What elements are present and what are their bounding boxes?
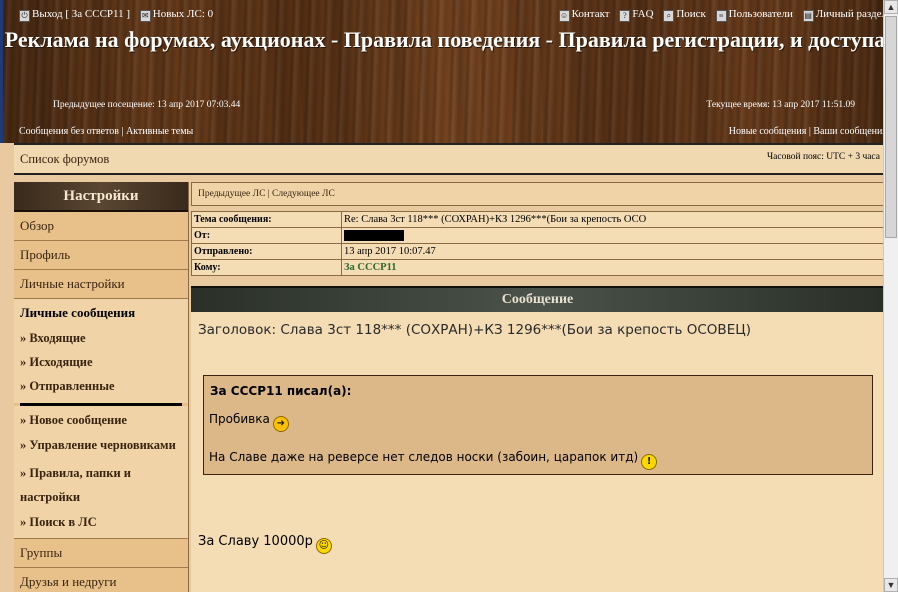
site-title[interactable]: Реклама на форумах, аукционах - Правила …: [3, 27, 884, 53]
sidebar-item-drafts[interactable]: » Управление черновиками: [20, 431, 182, 459]
sidebar-item-outbox[interactable]: » Исходящие: [20, 350, 182, 374]
message-header: Сообщение: [191, 286, 884, 312]
sidebar-section-pm[interactable]: Личные сообщения: [14, 299, 188, 323]
to-value: За СССР11: [341, 259, 884, 276]
contact-link[interactable]: ☺ Контакт: [558, 8, 610, 22]
scroll-thumb[interactable]: [885, 16, 897, 238]
top-navigation: ⏻ Выход [ За СССР11 ] ✉ Новых ЛС: 0 ☺ Конта…: [19, 8, 884, 24]
personal-icon: ▤: [802, 10, 814, 22]
sidebar-item-pm-search[interactable]: » Поиск в ЛС: [20, 511, 182, 533]
message-subject: Заголовок: Слава 3ст 118*** (СОХРАН)+КЗ …: [198, 322, 751, 338]
sent-value: 13 апр 2017 10:07.47: [341, 243, 884, 260]
table-row: От:: [191, 227, 884, 244]
current-time: Текущее время: 13 апр 2017 11:51.09: [706, 100, 855, 110]
sent-label: Отправлено:: [191, 243, 342, 260]
previous-visit: Предыдущее посещение: 13 апр 2017 07:03.…: [53, 100, 241, 110]
vertical-scrollbar[interactable]: ▲ ▼: [883, 0, 898, 592]
sidebar-item-compose[interactable]: » Новое сообщение: [20, 409, 182, 431]
contact-icon: ☺: [558, 10, 570, 22]
envelope-icon: ✉: [139, 10, 151, 22]
sidebar-item-inbox[interactable]: » Входящие: [20, 326, 182, 350]
new-posts-link[interactable]: Новые сообщения: [729, 126, 807, 137]
search-icon: ⌕: [663, 10, 675, 22]
message-panel: Предыдущее ЛС | Следующее ЛС Тема сообще…: [191, 182, 884, 592]
forum-list-link[interactable]: Список форумов: [20, 152, 109, 167]
your-posts-link[interactable]: Ваши сообщения: [813, 126, 884, 137]
timezone-label: Часовой пояс: UTC + 3 часа: [766, 152, 880, 162]
scroll-down-icon[interactable]: ▼: [884, 578, 898, 592]
sidebar-item-groups[interactable]: Группы: [14, 538, 188, 568]
logout-icon: ⏻: [19, 10, 30, 22]
scroll-up-icon[interactable]: ▲: [884, 0, 898, 14]
settings-sidebar: Настройки Обзор Профиль Личные настройки…: [14, 182, 189, 592]
unanswered-link[interactable]: Сообщения без ответов: [19, 126, 119, 137]
users-icon: ≡: [715, 10, 727, 22]
from-value: [341, 227, 884, 244]
table-row: Отправлено: 13 апр 2017 10:07.47: [191, 243, 884, 260]
site-header: ⏻ Выход [ За СССР11 ] ✉ Новых ЛС: 0 ☺ Конта…: [0, 0, 884, 143]
message-body: Заголовок: Слава 3ст 118*** (СОХРАН)+КЗ …: [191, 312, 884, 592]
active-topics-link[interactable]: Активные темы: [126, 126, 193, 137]
quote-block: За СССР11 писал(а): Пробивка ➜ На Славе д…: [203, 375, 873, 475]
sidebar-pm-list: » Входящие » Исходящие » Отправленные: [14, 323, 188, 403]
message-meta-table: Тема сообщения: Re: Слава 3ст 118*** (СО…: [191, 211, 884, 276]
logout-link[interactable]: ⏻ Выход [ За СССР11 ]: [19, 8, 130, 22]
sidebar-item-overview[interactable]: Обзор: [14, 212, 188, 241]
sidebar-pm-actions: » Новое сообщение » Управление черновика…: [14, 406, 188, 538]
sidebar-item-sent[interactable]: » Отправленные: [20, 374, 182, 398]
sidebar-item-rules-folders[interactable]: » Правила, папки и настройки: [20, 459, 182, 511]
quote-author: За СССР11 писал(а):: [210, 384, 352, 398]
subject-label: Тема сообщения:: [191, 211, 342, 228]
sidebar-item-preferences[interactable]: Личные настройки: [14, 270, 188, 299]
pm-navigation[interactable]: Предыдущее ЛС | Следующее ЛС: [191, 182, 884, 206]
quote-line: Пробивка ➜: [209, 412, 289, 432]
table-row: Кому: За СССР11: [191, 259, 884, 276]
from-label: От:: [191, 227, 342, 244]
table-row: Тема сообщения: Re: Слава 3ст 118*** (СО…: [191, 211, 884, 228]
personal-section-link[interactable]: ▤ Личный раздел: [802, 8, 884, 22]
subject-value: Re: Слава 3ст 118*** (СОХРАН)+КЗ 1296***…: [341, 211, 884, 228]
sidebar-header: Настройки: [14, 182, 188, 212]
help-icon: ?: [619, 10, 631, 22]
quote-line: На Славе даже на реверсе нет следов носк…: [209, 450, 658, 470]
reply-text: За Славу 10000р ☺: [198, 534, 332, 554]
redacted-sender: [344, 229, 404, 241]
visit-info: Предыдущее посещение: 13 апр 2017 07:03.…: [53, 100, 855, 114]
to-label: Кому:: [191, 259, 342, 276]
sidebar-item-profile[interactable]: Профиль: [14, 241, 188, 270]
sidebar-item-friends[interactable]: Друзья и недруги: [14, 568, 188, 592]
faq-link[interactable]: ? FAQ: [619, 8, 654, 22]
forum-page: ⏻ Выход [ За СССР11 ] ✉ Новых ЛС: 0 ☺ Конта…: [0, 0, 884, 592]
arrow-smiley-icon: ➜: [272, 416, 289, 432]
forum-bar: Список форумов Часовой пояс: UTC + 3 час…: [14, 143, 884, 175]
users-link[interactable]: ≡ Пользователи: [715, 8, 793, 22]
search-link[interactable]: ⌕ Поиск: [663, 8, 706, 22]
exclamation-smiley-icon: !: [641, 454, 658, 470]
quick-links: Сообщения без ответов | Активные темы Но…: [19, 126, 884, 140]
recipient-link[interactable]: За СССР11: [344, 262, 397, 273]
thumbs-up-smiley-icon: ☺: [315, 538, 332, 554]
new-pm-link[interactable]: ✉ Новых ЛС: 0: [139, 8, 213, 22]
